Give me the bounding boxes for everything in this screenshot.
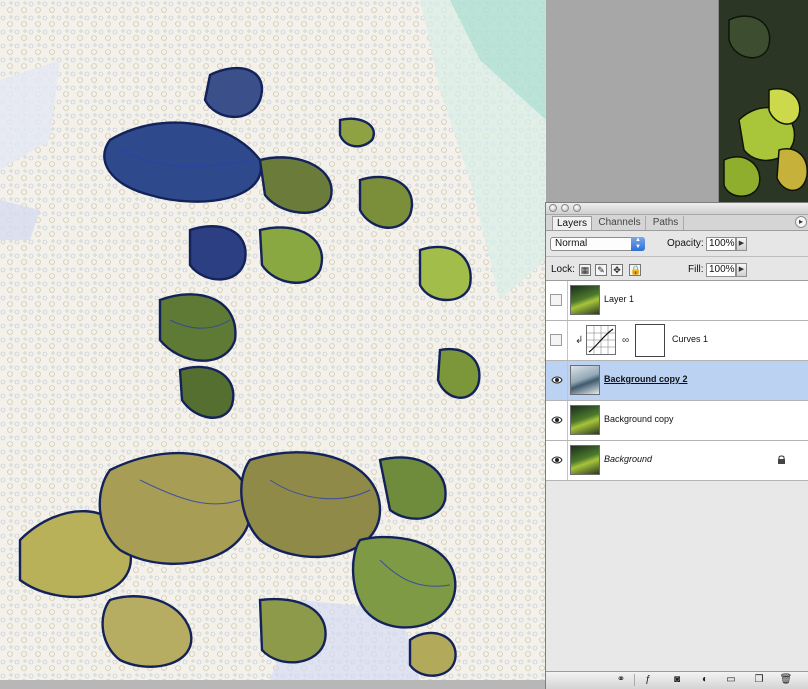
zoom-icon[interactable]	[573, 204, 581, 212]
layer-controls: Normal ▲ ▼ Opacity: 100% ▶ Lock: ▦ ✎ ✥ 🔒 …	[546, 231, 808, 281]
workspace-background	[546, 0, 718, 202]
canvas-status-strip	[0, 680, 546, 689]
tab-layers[interactable]: Layers	[552, 216, 592, 230]
panel-bottom-toolbar: ⚭ ƒ ◙ ◐ ▭ ❐ 🗑	[546, 671, 808, 689]
layer-row-background-copy[interactable]: Background copy	[546, 401, 808, 441]
tab-channels[interactable]: Channels	[594, 216, 646, 230]
layer-style-icon[interactable]: ƒ	[641, 674, 655, 686]
adjustment-layer-icon[interactable]: ◐	[698, 674, 712, 686]
visibility-cell[interactable]	[546, 281, 568, 320]
fill-slider-arrow-icon[interactable]: ▶	[736, 263, 747, 277]
add-mask-icon[interactable]: ◙	[670, 674, 684, 686]
eye-icon[interactable]	[551, 455, 563, 465]
trash-icon[interactable]: 🗑	[779, 674, 793, 686]
updown-arrows-icon: ▲ ▼	[631, 237, 645, 251]
link-icon[interactable]: ∞	[622, 335, 629, 346]
layer-name: Background	[604, 454, 653, 464]
curves-graph-icon	[587, 326, 615, 354]
layer-name: Curves 1	[672, 334, 709, 344]
visibility-cell[interactable]	[546, 401, 568, 440]
minimize-icon[interactable]	[561, 204, 569, 212]
new-layer-icon[interactable]: ❐	[752, 674, 766, 686]
controls-divider	[546, 256, 808, 257]
eye-icon[interactable]	[551, 375, 563, 385]
canvas-artwork	[0, 0, 546, 680]
clip-arrow-icon: ↲	[575, 335, 584, 346]
lock-all-icon[interactable]: 🔒	[629, 264, 641, 276]
opacity-slider-arrow-icon[interactable]: ▶	[736, 237, 747, 251]
fill-field[interactable]: 100%	[706, 263, 736, 277]
layer-row-background-copy-2[interactable]: Background copy 2	[546, 361, 808, 401]
panel-tab-row: Layers Channels Paths ▸	[546, 215, 808, 231]
opacity-field[interactable]: 100%	[706, 237, 736, 251]
visibility-cell[interactable]	[546, 321, 568, 360]
visibility-cell[interactable]	[546, 441, 568, 480]
layers-panel: Layers Channels Paths ▸ Normal ▲ ▼ Opacit…	[545, 202, 808, 689]
visibility-cell[interactable]	[546, 361, 568, 400]
fill-label: Fill:	[688, 264, 704, 275]
second-document-artwork	[719, 0, 808, 202]
layer-row-layer-1[interactable]: Layer 1	[546, 281, 808, 321]
lock-position-icon[interactable]: ✥	[611, 264, 623, 276]
blend-mode-value: Normal	[555, 238, 588, 249]
lock-image-pixels-icon[interactable]: ✎	[595, 264, 607, 276]
tab-paths[interactable]: Paths	[648, 216, 684, 230]
new-group-icon[interactable]: ▭	[724, 674, 738, 686]
layer-list: Layer 1 ↲ ∞ Curves 1 Background copy 2 B…	[546, 281, 808, 481]
document-canvas[interactable]	[0, 0, 546, 680]
layer-row-curves-1[interactable]: ↲ ∞ Curves 1	[546, 321, 808, 361]
lock-label: Lock:	[551, 264, 575, 275]
layer-name: Background copy 2	[604, 374, 688, 384]
visibility-off-box[interactable]	[550, 294, 562, 306]
layer-name: Layer 1	[604, 294, 635, 304]
lock-icon	[778, 455, 785, 464]
layer-thumbnail	[570, 445, 600, 475]
panel-titlebar[interactable]	[546, 203, 808, 215]
curves-adjustment-icon	[586, 325, 616, 355]
layer-thumbnail	[570, 405, 600, 435]
second-document-window[interactable]	[718, 0, 808, 202]
opacity-label: Opacity:	[667, 238, 704, 249]
blend-mode-select[interactable]: Normal ▲ ▼	[550, 237, 645, 251]
toolbar-divider	[634, 674, 635, 686]
layer-name: Background copy	[604, 414, 674, 424]
layer-row-background[interactable]: Background	[546, 441, 808, 481]
lock-transparent-pixels-icon[interactable]: ▦	[579, 264, 591, 276]
close-icon[interactable]	[549, 204, 557, 212]
link-layers-icon[interactable]: ⚭	[614, 674, 628, 686]
layer-thumbnail	[570, 285, 600, 315]
panel-menu-arrow-icon[interactable]: ▸	[795, 216, 807, 228]
layer-thumbnail	[570, 365, 600, 395]
visibility-off-box[interactable]	[550, 334, 562, 346]
layer-mask-thumbnail[interactable]	[635, 324, 665, 357]
eye-icon[interactable]	[551, 415, 563, 425]
